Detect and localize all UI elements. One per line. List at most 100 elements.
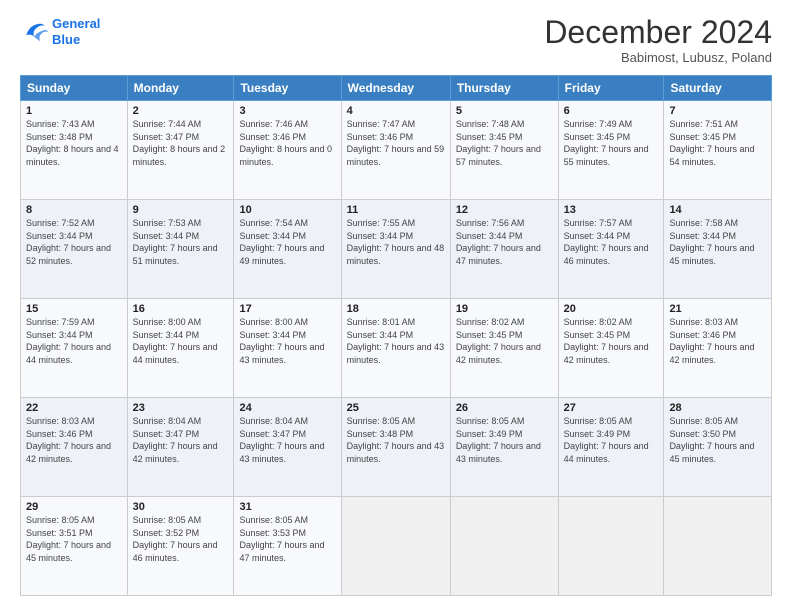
calendar-cell: 9 Sunrise: 7:53 AMSunset: 3:44 PMDayligh… [127, 200, 234, 299]
day-number: 23 [133, 402, 229, 414]
day-number: 27 [564, 402, 659, 414]
calendar-cell: 3 Sunrise: 7:46 AMSunset: 3:46 PMDayligh… [234, 101, 341, 200]
calendar-cell [341, 497, 450, 596]
calendar-cell: 1 Sunrise: 7:43 AMSunset: 3:48 PMDayligh… [21, 101, 128, 200]
day-info: Sunrise: 8:02 AMSunset: 3:45 PMDaylight:… [456, 316, 553, 366]
calendar-cell: 21 Sunrise: 8:03 AMSunset: 3:46 PMDaylig… [664, 299, 772, 398]
day-info: Sunrise: 7:49 AMSunset: 3:45 PMDaylight:… [564, 118, 659, 168]
calendar-cell: 18 Sunrise: 8:01 AMSunset: 3:44 PMDaylig… [341, 299, 450, 398]
day-info: Sunrise: 8:03 AMSunset: 3:46 PMDaylight:… [669, 316, 766, 366]
day-number: 30 [133, 501, 229, 513]
calendar-week-3: 15 Sunrise: 7:59 AMSunset: 3:44 PMDaylig… [21, 299, 772, 398]
calendar-cell: 27 Sunrise: 8:05 AMSunset: 3:49 PMDaylig… [558, 398, 664, 497]
calendar-cell: 13 Sunrise: 7:57 AMSunset: 3:44 PMDaylig… [558, 200, 664, 299]
calendar-cell: 4 Sunrise: 7:47 AMSunset: 3:46 PMDayligh… [341, 101, 450, 200]
day-info: Sunrise: 8:00 AMSunset: 3:44 PMDaylight:… [133, 316, 229, 366]
calendar-cell: 20 Sunrise: 8:02 AMSunset: 3:45 PMDaylig… [558, 299, 664, 398]
day-number: 28 [669, 402, 766, 414]
day-number: 12 [456, 204, 553, 216]
day-info: Sunrise: 8:05 AMSunset: 3:53 PMDaylight:… [239, 514, 335, 564]
col-monday: Monday [127, 76, 234, 101]
day-info: Sunrise: 7:46 AMSunset: 3:46 PMDaylight:… [239, 118, 335, 168]
day-info: Sunrise: 7:44 AMSunset: 3:47 PMDaylight:… [133, 118, 229, 168]
calendar-cell: 22 Sunrise: 8:03 AMSunset: 3:46 PMDaylig… [21, 398, 128, 497]
calendar-cell: 26 Sunrise: 8:05 AMSunset: 3:49 PMDaylig… [450, 398, 558, 497]
logo-line1: General [52, 16, 100, 31]
calendar-cell [558, 497, 664, 596]
day-number: 8 [26, 204, 122, 216]
calendar-cell: 28 Sunrise: 8:05 AMSunset: 3:50 PMDaylig… [664, 398, 772, 497]
calendar-cell: 24 Sunrise: 8:04 AMSunset: 3:47 PMDaylig… [234, 398, 341, 497]
col-wednesday: Wednesday [341, 76, 450, 101]
day-number: 25 [347, 402, 445, 414]
calendar-cell [450, 497, 558, 596]
col-thursday: Thursday [450, 76, 558, 101]
location: Babimost, Lubusz, Poland [544, 50, 772, 65]
day-number: 4 [347, 105, 445, 117]
day-info: Sunrise: 8:05 AMSunset: 3:50 PMDaylight:… [669, 415, 766, 465]
calendar-cell: 2 Sunrise: 7:44 AMSunset: 3:47 PMDayligh… [127, 101, 234, 200]
day-number: 6 [564, 105, 659, 117]
day-info: Sunrise: 8:05 AMSunset: 3:52 PMDaylight:… [133, 514, 229, 564]
calendar-cell: 17 Sunrise: 8:00 AMSunset: 3:44 PMDaylig… [234, 299, 341, 398]
day-number: 3 [239, 105, 335, 117]
day-number: 11 [347, 204, 445, 216]
calendar-cell: 10 Sunrise: 7:54 AMSunset: 3:44 PMDaylig… [234, 200, 341, 299]
calendar-cell: 12 Sunrise: 7:56 AMSunset: 3:44 PMDaylig… [450, 200, 558, 299]
header-row: Sunday Monday Tuesday Wednesday Thursday… [21, 76, 772, 101]
day-info: Sunrise: 8:05 AMSunset: 3:49 PMDaylight:… [456, 415, 553, 465]
calendar-cell: 25 Sunrise: 8:05 AMSunset: 3:48 PMDaylig… [341, 398, 450, 497]
logo-bird-icon [20, 18, 48, 46]
page: General Blue December 2024 Babimost, Lub… [0, 0, 792, 612]
day-info: Sunrise: 7:43 AMSunset: 3:48 PMDaylight:… [26, 118, 122, 168]
calendar-cell: 30 Sunrise: 8:05 AMSunset: 3:52 PMDaylig… [127, 497, 234, 596]
day-number: 24 [239, 402, 335, 414]
day-number: 1 [26, 105, 122, 117]
day-number: 17 [239, 303, 335, 315]
day-info: Sunrise: 8:00 AMSunset: 3:44 PMDaylight:… [239, 316, 335, 366]
day-info: Sunrise: 7:47 AMSunset: 3:46 PMDaylight:… [347, 118, 445, 168]
day-number: 15 [26, 303, 122, 315]
calendar-cell: 7 Sunrise: 7:51 AMSunset: 3:45 PMDayligh… [664, 101, 772, 200]
logo-line2: Blue [52, 32, 80, 47]
day-number: 18 [347, 303, 445, 315]
col-tuesday: Tuesday [234, 76, 341, 101]
header: General Blue December 2024 Babimost, Lub… [20, 16, 772, 65]
calendar-week-1: 1 Sunrise: 7:43 AMSunset: 3:48 PMDayligh… [21, 101, 772, 200]
col-saturday: Saturday [664, 76, 772, 101]
title-block: December 2024 Babimost, Lubusz, Poland [544, 16, 772, 65]
day-number: 20 [564, 303, 659, 315]
day-number: 19 [456, 303, 553, 315]
day-info: Sunrise: 8:03 AMSunset: 3:46 PMDaylight:… [26, 415, 122, 465]
calendar-table: Sunday Monday Tuesday Wednesday Thursday… [20, 75, 772, 596]
day-number: 5 [456, 105, 553, 117]
day-number: 13 [564, 204, 659, 216]
calendar-week-5: 29 Sunrise: 8:05 AMSunset: 3:51 PMDaylig… [21, 497, 772, 596]
calendar-cell: 11 Sunrise: 7:55 AMSunset: 3:44 PMDaylig… [341, 200, 450, 299]
calendar-cell: 16 Sunrise: 8:00 AMSunset: 3:44 PMDaylig… [127, 299, 234, 398]
day-number: 10 [239, 204, 335, 216]
day-info: Sunrise: 7:53 AMSunset: 3:44 PMDaylight:… [133, 217, 229, 267]
calendar-cell: 29 Sunrise: 8:05 AMSunset: 3:51 PMDaylig… [21, 497, 128, 596]
month-title: December 2024 [544, 16, 772, 48]
day-number: 16 [133, 303, 229, 315]
calendar-cell: 23 Sunrise: 8:04 AMSunset: 3:47 PMDaylig… [127, 398, 234, 497]
day-info: Sunrise: 7:56 AMSunset: 3:44 PMDaylight:… [456, 217, 553, 267]
day-info: Sunrise: 7:48 AMSunset: 3:45 PMDaylight:… [456, 118, 553, 168]
col-sunday: Sunday [21, 76, 128, 101]
day-info: Sunrise: 7:51 AMSunset: 3:45 PMDaylight:… [669, 118, 766, 168]
day-number: 21 [669, 303, 766, 315]
logo: General Blue [20, 16, 100, 47]
calendar-cell: 19 Sunrise: 8:02 AMSunset: 3:45 PMDaylig… [450, 299, 558, 398]
day-number: 26 [456, 402, 553, 414]
logo-text: General Blue [52, 16, 100, 47]
day-info: Sunrise: 7:52 AMSunset: 3:44 PMDaylight:… [26, 217, 122, 267]
calendar-cell: 6 Sunrise: 7:49 AMSunset: 3:45 PMDayligh… [558, 101, 664, 200]
day-info: Sunrise: 8:04 AMSunset: 3:47 PMDaylight:… [239, 415, 335, 465]
day-info: Sunrise: 8:05 AMSunset: 3:48 PMDaylight:… [347, 415, 445, 465]
day-number: 31 [239, 501, 335, 513]
day-number: 7 [669, 105, 766, 117]
day-info: Sunrise: 8:02 AMSunset: 3:45 PMDaylight:… [564, 316, 659, 366]
day-info: Sunrise: 7:58 AMSunset: 3:44 PMDaylight:… [669, 217, 766, 267]
day-info: Sunrise: 8:04 AMSunset: 3:47 PMDaylight:… [133, 415, 229, 465]
